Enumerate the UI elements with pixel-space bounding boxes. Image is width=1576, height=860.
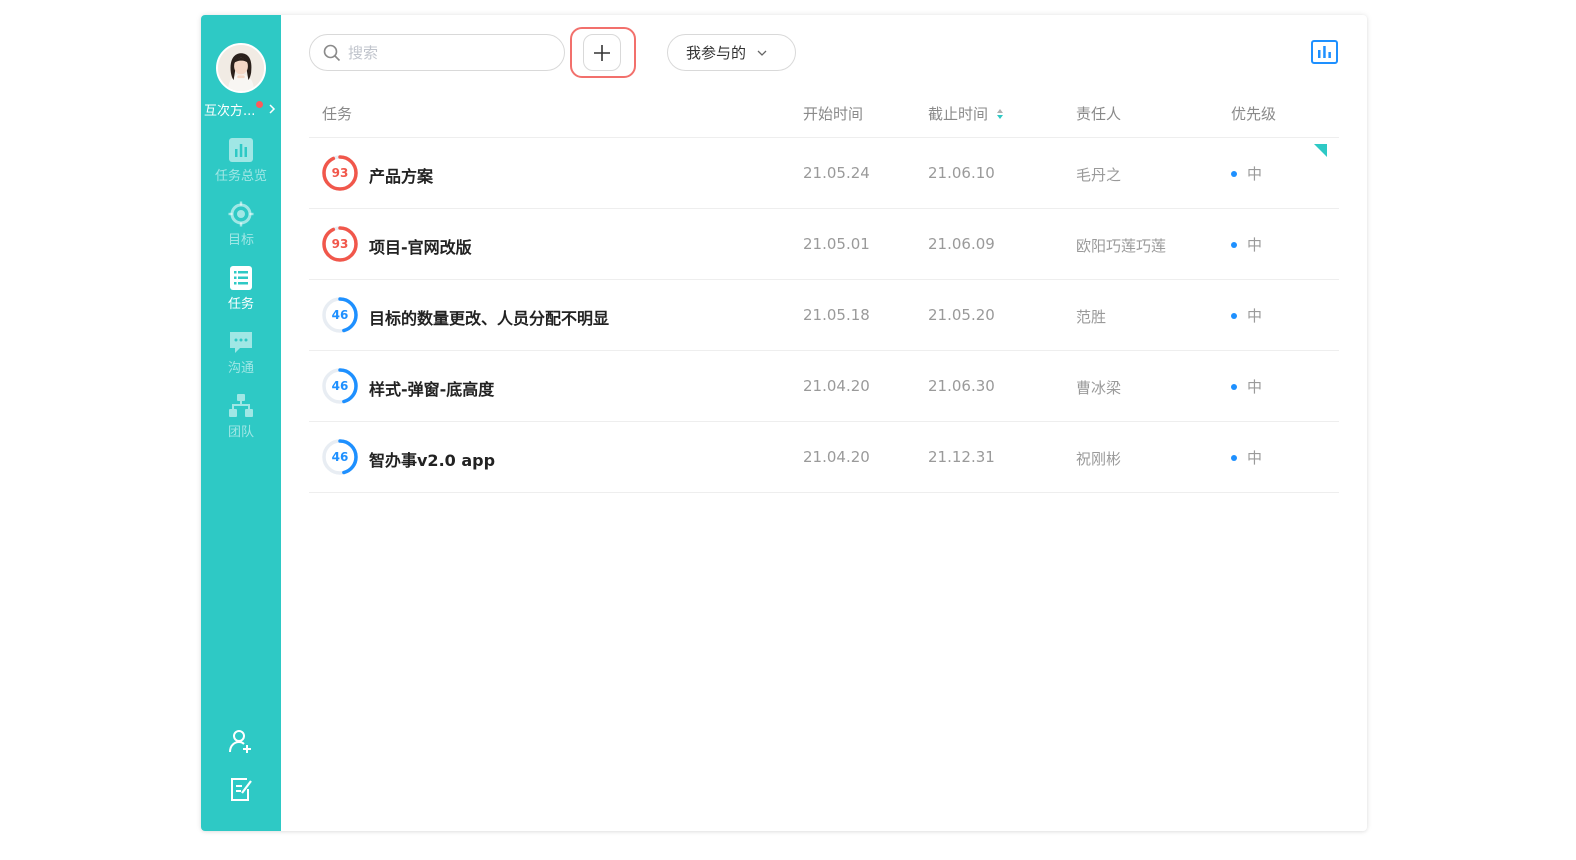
- priority-dot: [1231, 383, 1237, 390]
- nav-label: 目标: [227, 233, 254, 248]
- task-name[interactable]: 产品方案: [369, 163, 433, 187]
- owner-name: 欧阳巧莲巧莲: [1076, 237, 1167, 255]
- end-date: 21.05.20: [928, 306, 995, 324]
- column-header-start: 开始时间: [803, 105, 864, 123]
- priority[interactable]: 中: [1231, 163, 1262, 184]
- chat-icon: [230, 332, 252, 353]
- owner-name: 祝刚彬: [1076, 450, 1122, 468]
- column-header-owner: 责任人: [1076, 105, 1122, 123]
- table-row[interactable]: 93 项目-官网改版 21.05.01 21.06.09 欧阳巧莲巧莲 中: [309, 209, 1339, 280]
- task-list-icon: [230, 266, 252, 290]
- priority-dot: [1231, 241, 1237, 248]
- progress-value: 93: [331, 237, 349, 251]
- start-date: 21.04.20: [803, 448, 870, 466]
- start-date: 21.05.01: [803, 235, 870, 253]
- progress-ring: 46: [321, 438, 359, 476]
- column-header-task: 任务: [322, 105, 353, 123]
- nav-item-goals[interactable]: 目标: [201, 201, 281, 257]
- task-name[interactable]: 项目-官网改版: [369, 234, 472, 258]
- priority-dot: [1231, 454, 1237, 461]
- target-icon: [228, 201, 254, 227]
- progress-ring: 93: [321, 225, 359, 263]
- add-task-button[interactable]: [583, 34, 621, 71]
- priority-label: 中: [1247, 165, 1263, 183]
- start-date: 21.04.20: [803, 377, 870, 395]
- nav-item-tasks[interactable]: 任务: [201, 265, 281, 321]
- statistics-chart-icon[interactable]: [1311, 40, 1338, 64]
- priority[interactable]: 中: [1231, 447, 1262, 468]
- owner-name: 曹冰梁: [1076, 379, 1122, 397]
- avatar-image: [218, 45, 264, 91]
- priority-label: 中: [1247, 236, 1263, 254]
- progress-value: 46: [331, 450, 349, 464]
- end-date: 21.06.10: [928, 164, 995, 182]
- team-icon: [229, 394, 253, 417]
- add-person-icon[interactable]: [227, 728, 255, 756]
- filter-dropdown[interactable]: 我参与的: [667, 34, 796, 71]
- table-row[interactable]: 46 目标的数量更改、人员分配不明显 21.05.18 21.05.20 范胜 …: [309, 280, 1339, 351]
- table-header: 任务 开始时间 截止时间 责任人 优先级: [309, 95, 1339, 138]
- end-date: 21.12.31: [928, 448, 995, 466]
- task-name[interactable]: 样式-弹窗-底高度: [369, 376, 494, 400]
- chevron-down-icon: [757, 50, 767, 56]
- user-name: 互次方...: [204, 103, 256, 119]
- task-list: 93 产品方案 21.05.24 21.06.10 毛丹之 中 93 项目-官网…: [309, 138, 1339, 493]
- task-name[interactable]: 智办事v2.0 app: [369, 447, 495, 471]
- column-header-end[interactable]: 截止时间: [928, 103, 1004, 124]
- avatar[interactable]: [216, 43, 266, 93]
- end-date: 21.06.09: [928, 235, 995, 253]
- owner-name: 毛丹之: [1076, 166, 1122, 184]
- priority-dot: [1231, 170, 1237, 177]
- column-header-end-label: 截止时间: [928, 105, 989, 123]
- corner-flag-icon: [1314, 144, 1327, 157]
- priority[interactable]: 中: [1231, 234, 1262, 255]
- search-box: [309, 34, 565, 71]
- table-row[interactable]: 46 样式-弹窗-底高度 21.04.20 21.06.30 曹冰梁 中: [309, 351, 1339, 422]
- search-icon: [323, 44, 341, 62]
- priority-label: 中: [1247, 449, 1263, 467]
- progress-ring: 93: [321, 154, 359, 192]
- table-row[interactable]: 93 产品方案 21.05.24 21.06.10 毛丹之 中: [309, 138, 1339, 209]
- filter-label: 我参与的: [686, 44, 747, 62]
- search-input[interactable]: [348, 42, 548, 64]
- edit-note-icon[interactable]: [227, 775, 255, 803]
- app-window: 互次方... 任务总览 目标 任务 沟通 团队 搜索 我参与的 任务 开始时间 …: [201, 15, 1367, 831]
- task-name[interactable]: 目标的数量更改、人员分配不明显: [369, 305, 609, 329]
- nav-item-team[interactable]: 团队: [201, 393, 281, 449]
- progress-value: 46: [331, 379, 349, 393]
- plus-icon: [594, 44, 610, 61]
- start-date: 21.05.24: [803, 164, 870, 182]
- priority[interactable]: 中: [1231, 376, 1262, 397]
- user-switcher[interactable]: 互次方...: [201, 99, 281, 119]
- progress-value: 93: [331, 166, 349, 180]
- nav-label: 沟通: [227, 361, 254, 376]
- nav-item-overview[interactable]: 任务总览: [201, 137, 281, 193]
- priority-label: 中: [1247, 307, 1263, 325]
- progress-ring: 46: [321, 296, 359, 334]
- priority-dot: [1231, 312, 1237, 319]
- progress-ring: 46: [321, 367, 359, 405]
- sidebar: 互次方... 任务总览 目标 任务 沟通 团队: [201, 15, 281, 831]
- nav-item-chat[interactable]: 沟通: [201, 329, 281, 385]
- chevron-right-icon: [269, 104, 276, 114]
- priority-label: 中: [1247, 378, 1263, 396]
- owner-name: 范胜: [1076, 308, 1107, 326]
- progress-value: 46: [331, 308, 349, 322]
- nav-label: 任务: [227, 297, 254, 312]
- nav-label: 任务总览: [214, 169, 267, 184]
- nav-label: 团队: [227, 425, 254, 440]
- start-date: 21.05.18: [803, 306, 870, 324]
- table-row[interactable]: 46 智办事v2.0 app 21.04.20 21.12.31 祝刚彬 中: [309, 422, 1339, 493]
- notification-dot: [256, 101, 263, 108]
- column-header-priority: 优先级: [1231, 105, 1277, 123]
- priority[interactable]: 中: [1231, 305, 1262, 326]
- chart-icon: [229, 138, 253, 162]
- sort-icon[interactable]: [996, 108, 1004, 120]
- end-date: 21.06.30: [928, 377, 995, 395]
